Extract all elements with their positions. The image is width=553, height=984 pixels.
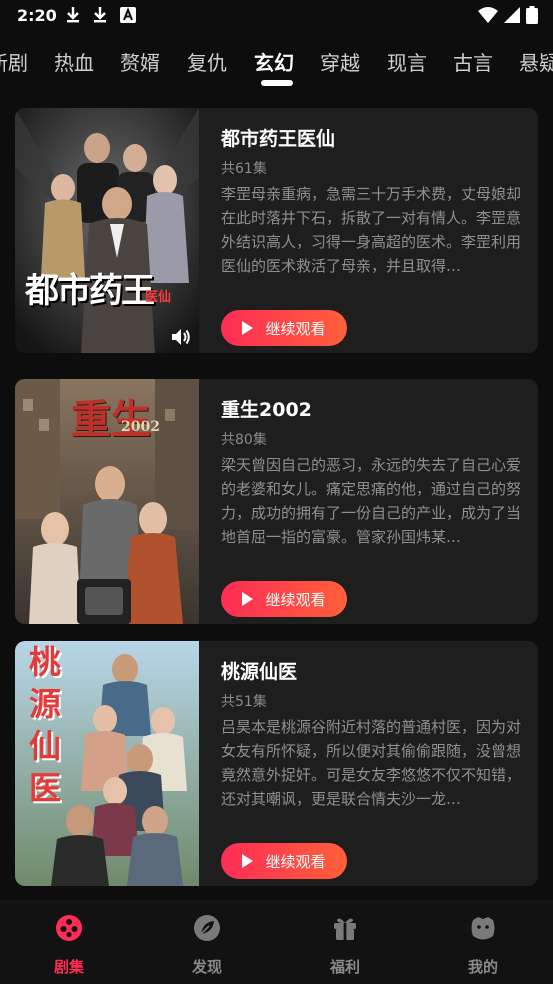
tab-xuanyi[interactable]: 悬疑 bbox=[519, 47, 553, 76]
drama-title[interactable]: 重生2002 bbox=[221, 395, 312, 422]
poster-title: 都市药王 bbox=[25, 271, 155, 311]
continue-watching-label: 继续观看 bbox=[265, 590, 326, 609]
a-icon bbox=[120, 7, 136, 23]
nav-label: 剧集 bbox=[53, 958, 84, 976]
download-icon bbox=[94, 7, 106, 23]
drama-poster[interactable]: 重生 2002 bbox=[15, 379, 199, 624]
drama-description: 李罡母亲重病，急需三十万手术费，丈母娘却在此时落井下石，拆散了一对有情人。李罡意… bbox=[221, 185, 522, 275]
tab-guyan[interactable]: 古言 bbox=[453, 47, 493, 76]
drama-poster[interactable]: 都市药王 医仙 bbox=[15, 108, 199, 353]
film-reel-icon bbox=[56, 915, 82, 941]
continue-watching-button[interactable]: 继续观看 bbox=[221, 310, 347, 346]
signal-icon bbox=[504, 7, 520, 23]
play-icon bbox=[242, 592, 254, 606]
download-icon bbox=[67, 7, 79, 23]
battery-icon bbox=[526, 6, 538, 24]
poster-title: 桃源仙医 bbox=[29, 643, 62, 807]
speaker-icon[interactable] bbox=[170, 326, 192, 348]
episode-count: 共61集 bbox=[221, 161, 267, 177]
drama-title[interactable]: 都市药王医仙 bbox=[221, 124, 335, 151]
drama-title[interactable]: 桃源仙医 bbox=[221, 657, 297, 684]
continue-watching-button[interactable]: 继续观看 bbox=[221, 843, 347, 879]
gift-icon bbox=[334, 918, 356, 940]
play-icon bbox=[242, 854, 254, 868]
active-tab-indicator bbox=[261, 80, 293, 86]
tab-fuchou[interactable]: 复仇 bbox=[187, 47, 227, 76]
continue-watching-label: 继续观看 bbox=[265, 319, 326, 338]
nav-item-rewards[interactable]: 福利 bbox=[305, 914, 385, 978]
status-time: 2:20 bbox=[17, 6, 57, 25]
app-screen: 2:20 新剧 热血 赘婿 复仇 玄幻 穿越 现言 古言 bbox=[0, 0, 553, 984]
poster-artwork bbox=[15, 108, 199, 353]
nav-label: 福利 bbox=[329, 958, 360, 976]
drama-card[interactable]: 都市药王 医仙 都市药王医仙 共61集 李罡母亲重病，急需三十万手术费，丈母娘却… bbox=[15, 108, 538, 353]
continue-watching-button[interactable]: 继续观看 bbox=[221, 581, 347, 617]
wifi-icon bbox=[478, 7, 498, 23]
tab-rexue[interactable]: 热血 bbox=[54, 47, 94, 76]
nav-label: 发现 bbox=[191, 958, 222, 976]
tab-zhuixu[interactable]: 赘婿 bbox=[120, 47, 160, 76]
poster-subtitle: 2002 bbox=[121, 419, 160, 435]
episode-count: 共80集 bbox=[221, 432, 267, 448]
nav-item-episodes[interactable]: 剧集 bbox=[29, 914, 109, 978]
poster-subtitle: 医仙 bbox=[145, 290, 172, 305]
episode-count: 共51集 bbox=[221, 694, 267, 710]
compass-leaf-icon bbox=[194, 915, 220, 941]
continue-watching-label: 继续观看 bbox=[265, 852, 326, 871]
drama-card[interactable]: 重生 2002 重生2002 共80集 梁天曾因自己的恶习，永远的失去了自己心爱… bbox=[15, 379, 538, 624]
tab-chuanyue[interactable]: 穿越 bbox=[320, 47, 360, 76]
status-bar: 2:20 bbox=[0, 0, 553, 32]
tab-xinju[interactable]: 新剧 bbox=[0, 47, 28, 76]
play-icon bbox=[242, 321, 254, 335]
tab-xuanhuan[interactable]: 玄幻 bbox=[254, 47, 294, 76]
bottom-navigation: 剧集 发现 福利 我的 bbox=[0, 900, 553, 984]
tab-xianyan[interactable]: 现言 bbox=[387, 47, 427, 76]
profile-face-icon bbox=[471, 917, 495, 940]
nav-label: 我的 bbox=[467, 958, 498, 976]
drama-description: 吕昊本是桃源谷附近村落的普通村医，因为对女友有所怀疑，所以便对其偷偷跟随，没曾想… bbox=[221, 718, 522, 808]
nav-item-discover[interactable]: 发现 bbox=[167, 914, 247, 978]
drama-card[interactable]: 桃源仙医 桃源仙医 共51集 吕昊本是桃源谷附近村落的普通村医，因为对女友有所怀… bbox=[15, 641, 538, 886]
poster-title: 重生 bbox=[71, 396, 151, 443]
drama-description: 梁天曾因自己的恶习，永远的失去了自己心爱的老婆和女儿。痛定思痛的他，通过自己的努… bbox=[221, 456, 522, 546]
drama-poster[interactable]: 桃源仙医 bbox=[15, 641, 199, 886]
nav-item-profile[interactable]: 我的 bbox=[443, 914, 523, 978]
